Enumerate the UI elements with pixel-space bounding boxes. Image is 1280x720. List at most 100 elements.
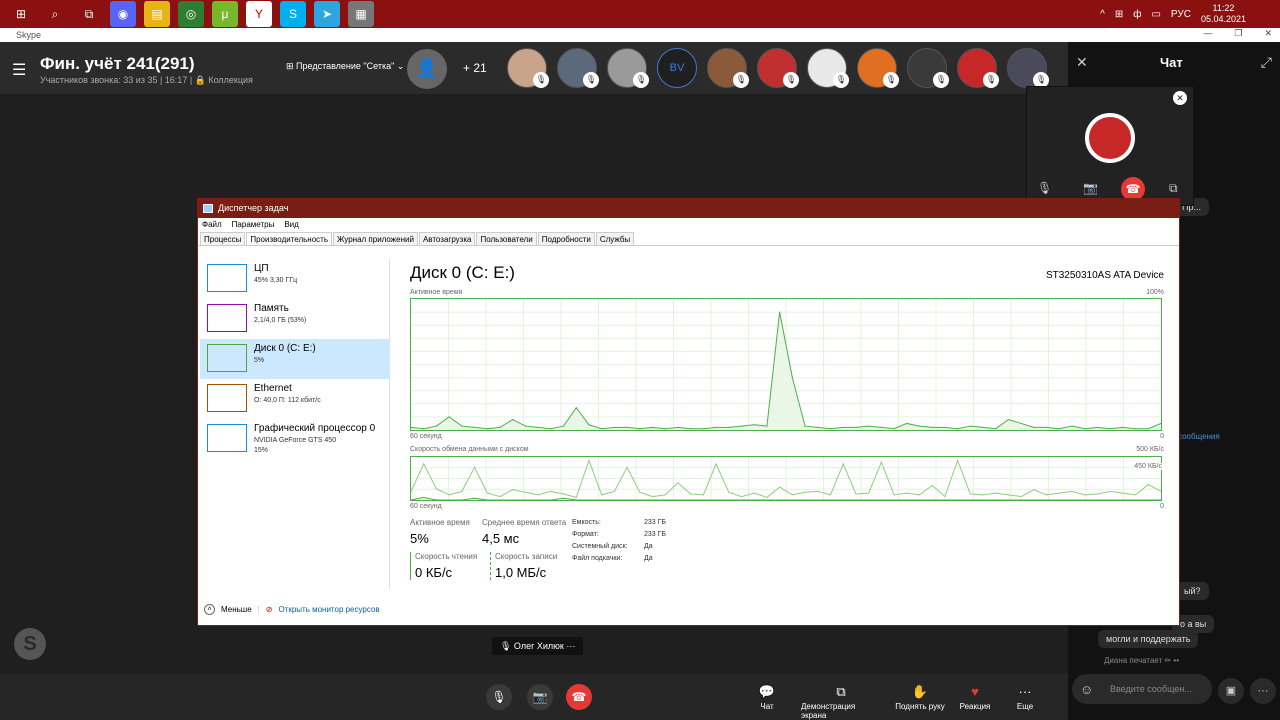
popout-icon[interactable]: ⧉ (1169, 181, 1178, 196)
resource-item[interactable]: Диск 0 (C: E:) 5% (200, 339, 390, 379)
network-icon[interactable]: ⊞ (1115, 9, 1123, 20)
clock[interactable]: 11:22 05.04.2021 (1201, 3, 1256, 25)
hang-up-button[interactable]: ☎ (566, 684, 592, 710)
self-view-panel[interactable]: ✕ 🎙 📷 ☎ ⧉ (1026, 86, 1194, 206)
tab[interactable]: Производительность (246, 232, 332, 245)
control-4[interactable]: ··· Еще (985, 682, 1065, 711)
minimize-icon[interactable]: — (1203, 28, 1212, 39)
stat-read-value: 0 КБ/с (415, 565, 453, 580)
participant-avatar[interactable]: BV (657, 48, 697, 88)
control-0[interactable]: 💬 Чат (727, 682, 807, 711)
data-point (448, 416, 450, 418)
stat-active-value: 5% (410, 531, 429, 546)
media-gallery-button[interactable]: ▣ (1218, 678, 1244, 704)
task-view-icon[interactable]: ⧉ (76, 1, 102, 27)
more-participants-count[interactable]: + 21 (463, 61, 487, 75)
participant-avatar[interactable]: 🎙 (807, 48, 849, 88)
property-key: Формат: (572, 531, 599, 538)
control-1[interactable]: ⧉ Демонстрация экрана (801, 682, 881, 720)
data-point (740, 495, 743, 498)
camera-off-button[interactable]: 📷 (527, 684, 553, 710)
skype-icon[interactable]: S (280, 1, 306, 27)
tab[interactable]: Пользователи (476, 232, 537, 245)
task-manager-title: Диспетчер задач (218, 203, 289, 213)
chrome-icon[interactable]: ◎ (178, 1, 204, 27)
data-point (880, 499, 882, 500)
menu-item[interactable]: Файл (202, 218, 222, 232)
participant-avatar[interactable]: 🎙 (707, 48, 749, 88)
data-point (575, 407, 577, 409)
add-participant-button[interactable]: 👤 (407, 49, 447, 89)
volume-icon[interactable]: ф (1133, 9, 1141, 20)
tab[interactable]: Службы (595, 232, 635, 245)
data-point (639, 428, 641, 430)
participant-avatar[interactable]: 🎙 (907, 48, 949, 88)
data-point (639, 491, 641, 493)
windows-start-icon[interactable]: ⊞ (8, 1, 34, 27)
data-point (423, 496, 425, 499)
open-resource-monitor-link[interactable]: Открыть монитор ресурсов (278, 605, 379, 614)
maximize-icon[interactable]: ❐ (1234, 28, 1242, 39)
fewer-details-link[interactable]: Меньше (221, 605, 252, 614)
chat-message[interactable]: ый? (1176, 582, 1209, 600)
menu-item[interactable]: Параметры (232, 218, 275, 232)
participant-avatar[interactable]: 🎙 (507, 48, 549, 88)
stat-write-value: 1,0 МБ/с (495, 565, 547, 580)
emoji-icon[interactable]: ☺ (1080, 682, 1093, 697)
battery-icon[interactable]: ▭ (1151, 9, 1160, 20)
menu-icon[interactable]: ☰ (12, 60, 26, 80)
data-point (423, 428, 425, 430)
resource-name: Диск 0 (C: E:) (254, 343, 316, 354)
menu-item[interactable]: Вид (284, 218, 298, 232)
participant-avatar[interactable]: 🎙 (557, 48, 599, 88)
expand-icon[interactable]: ⤢ (1261, 54, 1272, 71)
participant-avatar[interactable]: 🎙 (607, 48, 649, 88)
data-point (779, 499, 781, 500)
resource-item[interactable]: ЦП 45% 3,30 ГГц (200, 259, 390, 299)
call-subtitle: Участников звонка: 33 из 35 | 16:17 | 🔒 … (40, 75, 253, 85)
participant-avatar[interactable]: 🎙 (1007, 48, 1049, 88)
new-messages-link[interactable]: сообщения (1178, 432, 1220, 441)
language-indicator[interactable]: РУС (1171, 9, 1191, 20)
task-manager-icon[interactable]: ▦ (348, 1, 374, 27)
resource-item[interactable]: Ethernet О: 40,0 П: 112 кбит/с (200, 379, 390, 419)
resource-item[interactable]: Память 2,1/4,0 ГБ (53%) (200, 299, 390, 339)
participant-avatar[interactable]: 🎙 (957, 48, 999, 88)
close-icon[interactable]: ✕ (1264, 28, 1272, 39)
mic-off-icon[interactable]: 🎙 (1037, 181, 1052, 195)
self-avatar (1085, 113, 1135, 163)
participant-avatar[interactable]: 🎙 (757, 48, 799, 88)
chat-message[interactable]: могли и поддержать (1098, 630, 1199, 648)
tab[interactable]: Процессы (200, 232, 246, 245)
data-point (690, 493, 692, 495)
speaker-label[interactable]: 🎙 Олег Хилюк ··· (492, 637, 584, 655)
utorrent-icon[interactable]: μ (212, 1, 238, 27)
discord-icon[interactable]: ◉ (110, 1, 136, 27)
more-options-button[interactable]: ··· (1250, 678, 1276, 704)
search-icon[interactable]: ⌕ (42, 1, 68, 27)
tab[interactable]: Подробности (537, 232, 595, 245)
data-point (753, 492, 755, 494)
explorer-icon[interactable]: ▤ (144, 1, 170, 27)
close-chat-icon[interactable]: ✕ (1076, 54, 1088, 71)
participant-avatar[interactable]: 🎙 (857, 48, 899, 88)
close-self-view-icon[interactable]: ✕ (1173, 91, 1187, 105)
data-point (677, 426, 679, 428)
resource-item[interactable]: Графический процессор 0 NVIDIA GeForce GT… (200, 419, 390, 459)
tab[interactable]: Автозагрузка (418, 232, 476, 245)
chevron-up-icon[interactable]: ˄ (204, 604, 215, 615)
data-point (995, 428, 997, 430)
data-point (829, 494, 832, 496)
data-point (1084, 494, 1086, 496)
camera-off-icon[interactable]: 📷 (1083, 181, 1098, 195)
property-key: Файл подкачки: (572, 555, 623, 562)
grid-view-button[interactable]: ⊞ Представление "Сетка" ⌄ (286, 61, 404, 72)
data-point (1096, 426, 1099, 428)
yandex-icon[interactable]: Y (246, 1, 272, 27)
tray-overflow-icon[interactable]: ^ (1100, 9, 1105, 20)
mute-mic-button[interactable]: 🎙 (486, 684, 512, 710)
tab[interactable]: Журнал приложений (333, 232, 418, 245)
control-icon: ✋ (911, 684, 929, 699)
telegram-icon[interactable]: ➤ (314, 1, 340, 27)
data-point (791, 499, 793, 500)
